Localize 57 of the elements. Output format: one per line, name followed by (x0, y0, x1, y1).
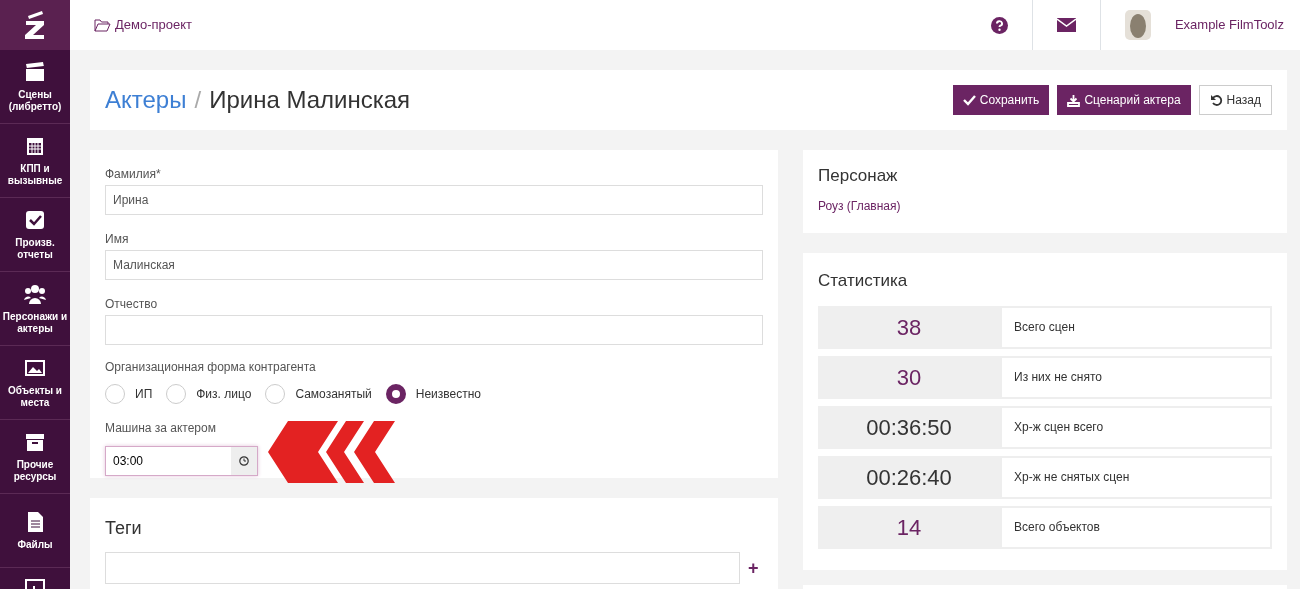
add-tag-button[interactable]: + (748, 554, 759, 582)
project-link[interactable]: Демо-проект (94, 15, 193, 35)
sidebar-item[interactable]: Персонажи и актеры (0, 272, 70, 346)
tags-input[interactable] (105, 552, 740, 584)
radio-label: Физ. лицо (196, 386, 252, 403)
download-icon (1067, 93, 1081, 107)
sidebar-item[interactable]: Произв. отчеты (0, 198, 70, 272)
stat-value: 30 (818, 355, 1000, 399)
check-icon (962, 93, 976, 107)
stat-label: Всего сцен (1000, 305, 1272, 349)
logo-icon[interactable] (24, 10, 46, 40)
radio-label: ИП (135, 386, 153, 403)
clock-icon[interactable] (239, 456, 249, 466)
breadcrumb-link[interactable]: Актеры (105, 82, 187, 118)
input-field[interactable] (105, 315, 763, 345)
stat-value: 00:26:40 (818, 455, 1000, 499)
header-button[interactable]: Сценарий актера (1057, 85, 1191, 115)
input-field[interactable]: Ирина (105, 185, 763, 215)
radio-label: Неизвестно (415, 386, 482, 403)
field-label: Машина за актером (105, 420, 217, 437)
stat-value: 14 (818, 505, 1000, 549)
people-icon (24, 282, 46, 305)
sidebar-item[interactable]: Прочие ресурсы (0, 420, 70, 494)
stat-value: 00:36:50 (818, 405, 1000, 449)
stat-label: Хр-ж не снятых сцен (1000, 455, 1272, 499)
character-link[interactable]: Роуз (Главная) (818, 196, 901, 215)
header-button[interactable]: Сохранить (952, 85, 1050, 115)
field-label: Имя (105, 231, 130, 248)
breadcrumb-separator: / (194, 85, 202, 115)
page-title: Ирина Малинская (209, 85, 411, 115)
stat-label: Всего объектов (1000, 505, 1272, 549)
user-name[interactable]: Example FilmToolz (1174, 15, 1284, 35)
stats-title: Статистика (818, 270, 909, 292)
input-field[interactable]: Малинская (105, 250, 763, 280)
sidebar-item[interactable]: КПП и вызывные (0, 124, 70, 198)
folder-icon (94, 18, 111, 32)
radio-button[interactable] (385, 384, 406, 404)
stat-value: 38 (818, 305, 1000, 349)
undo-icon (1209, 93, 1223, 107)
sidebar-item[interactable]: Файлы (0, 494, 70, 568)
time-field[interactable]: 03:00 (105, 446, 258, 476)
clapperboard-icon (24, 60, 46, 83)
mail-icon[interactable] (1056, 18, 1076, 32)
header-button[interactable]: Назад (1198, 85, 1272, 115)
stat-label: Из них не снято (1000, 355, 1272, 399)
radio-label: Самозанятый (295, 386, 372, 403)
tags-title: Теги (105, 517, 143, 540)
field-label: Организационная форма контрагента (105, 359, 317, 376)
sidebar-item[interactable]: Сцены (либретто) (0, 50, 70, 124)
checkbox-icon (24, 208, 46, 231)
sidebar-item[interactable]: Объекты и места (0, 346, 70, 420)
stat-label: Хр-ж сцен всего (1000, 405, 1272, 449)
help-icon[interactable] (990, 16, 1008, 34)
character-title: Персонаж (818, 165, 899, 187)
field-label: Фамилия* (105, 166, 162, 183)
avatar-placeholder (1124, 10, 1151, 40)
field-label: Отчество (105, 296, 159, 313)
